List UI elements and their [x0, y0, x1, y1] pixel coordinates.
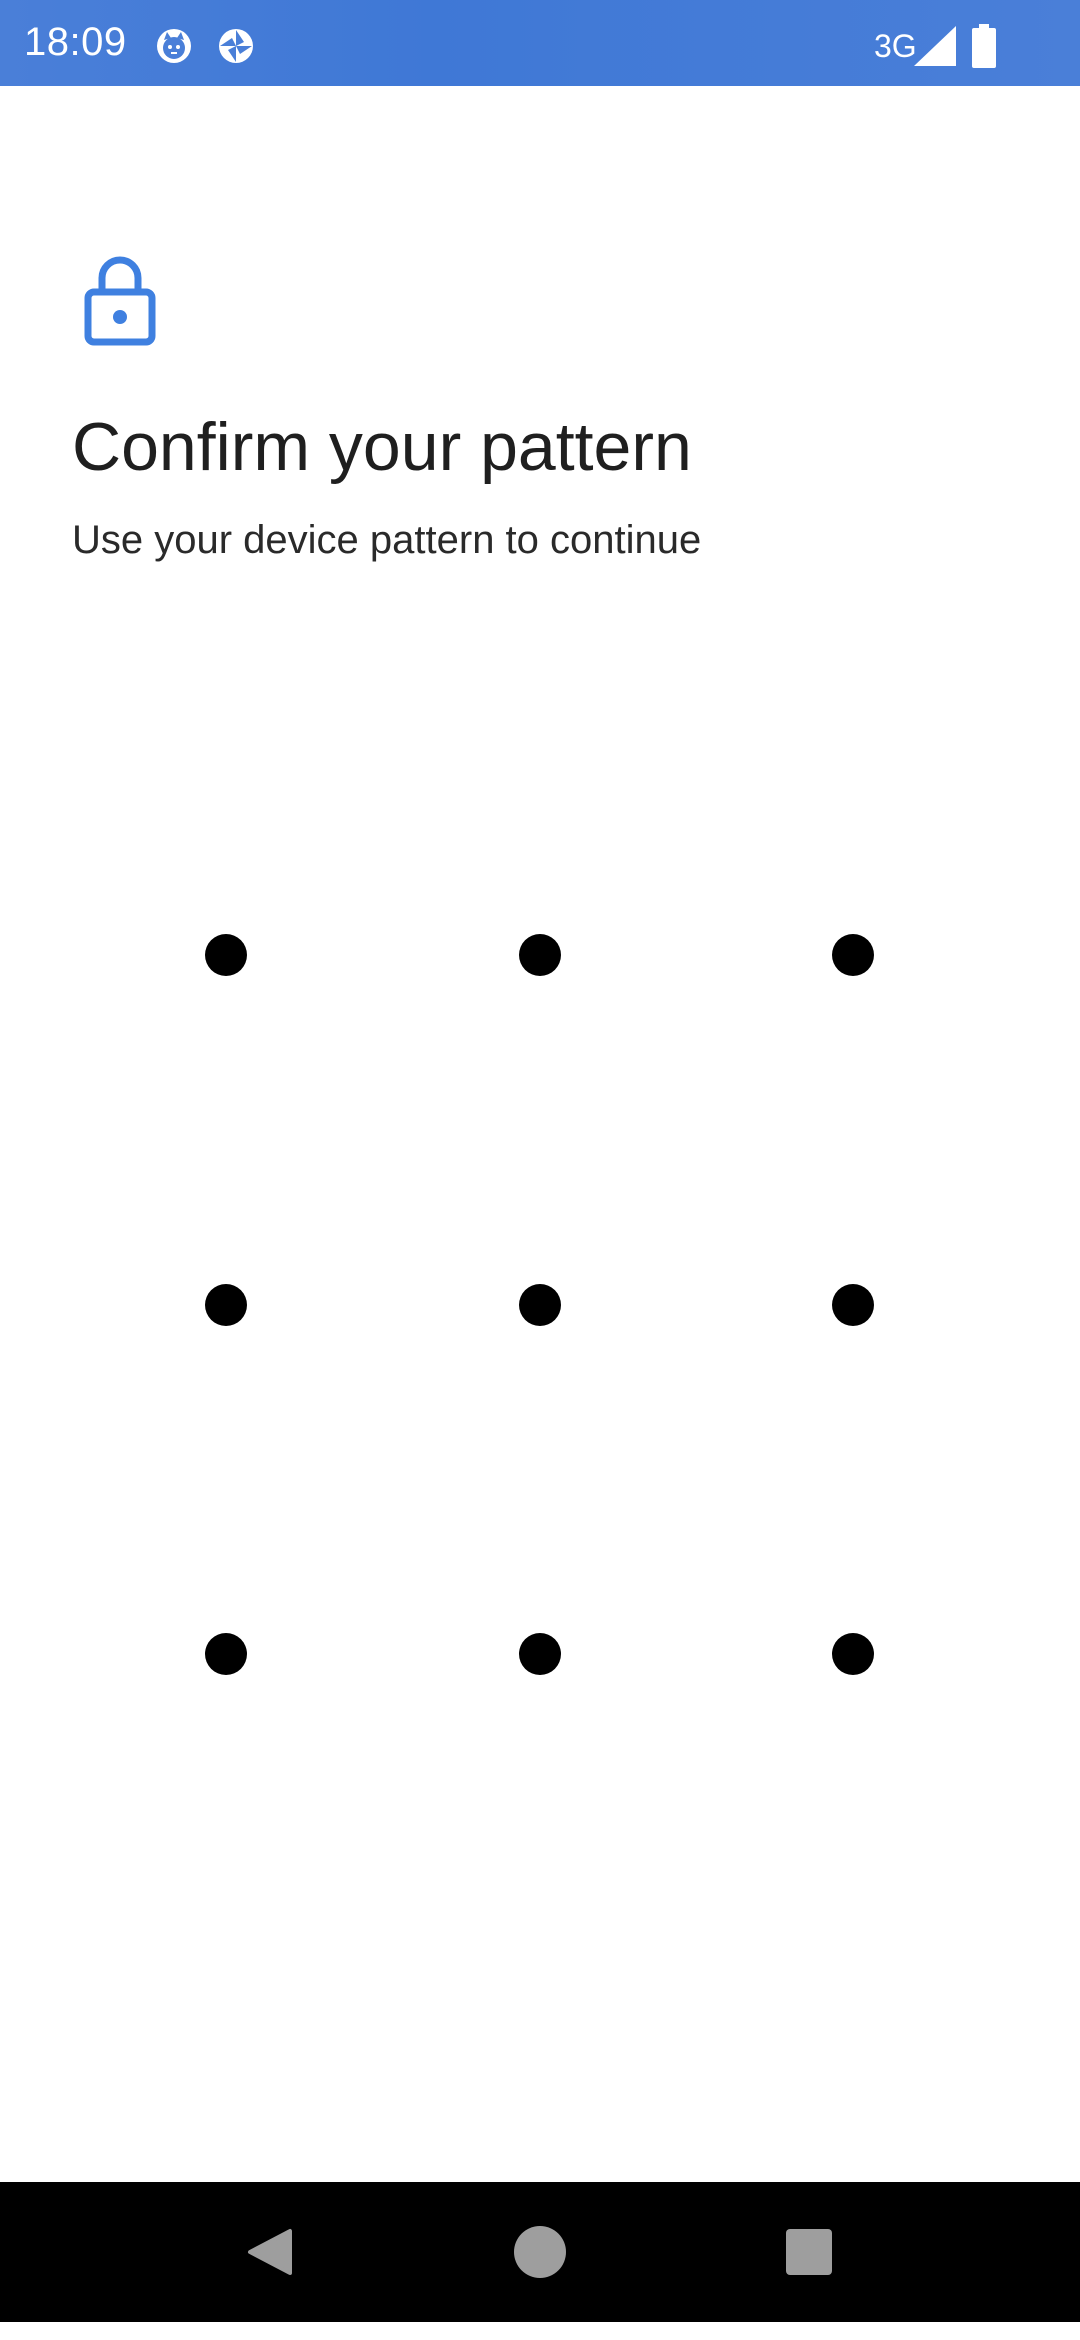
home-icon[interactable]	[514, 2226, 566, 2278]
battery-icon	[972, 24, 996, 68]
pattern-dot-6[interactable]	[832, 1284, 874, 1326]
status-bar: 18:09 3G	[0, 0, 1080, 86]
pattern-dot-4[interactable]	[205, 1284, 247, 1326]
page-title: Confirm your pattern	[72, 409, 692, 485]
bottom-edge	[0, 2322, 1080, 2340]
recents-icon[interactable]	[786, 2229, 832, 2275]
pattern-confirm-screen: 18:09 3G Confirm your pattern Use your d…	[0, 0, 1080, 2340]
pattern-dot-1[interactable]	[205, 934, 247, 976]
pattern-dot-7[interactable]	[205, 1633, 247, 1675]
pattern-dot-9[interactable]	[832, 1633, 874, 1675]
pattern-dot-2[interactable]	[519, 934, 561, 976]
back-icon[interactable]	[244, 2227, 294, 2277]
pattern-dot-3[interactable]	[832, 934, 874, 976]
page-subtitle: Use your device pattern to continue	[72, 518, 702, 562]
pattern-grid[interactable]	[0, 0, 1080, 2340]
lock-icon	[84, 256, 156, 346]
pattern-dot-8[interactable]	[519, 1633, 561, 1675]
status-time: 18:09	[24, 20, 127, 64]
cat-notification-icon	[157, 29, 191, 63]
pattern-dot-5[interactable]	[519, 1284, 561, 1326]
signal-icon	[914, 26, 956, 66]
sync-app-icon	[219, 29, 253, 63]
network-type: 3G	[874, 28, 917, 64]
